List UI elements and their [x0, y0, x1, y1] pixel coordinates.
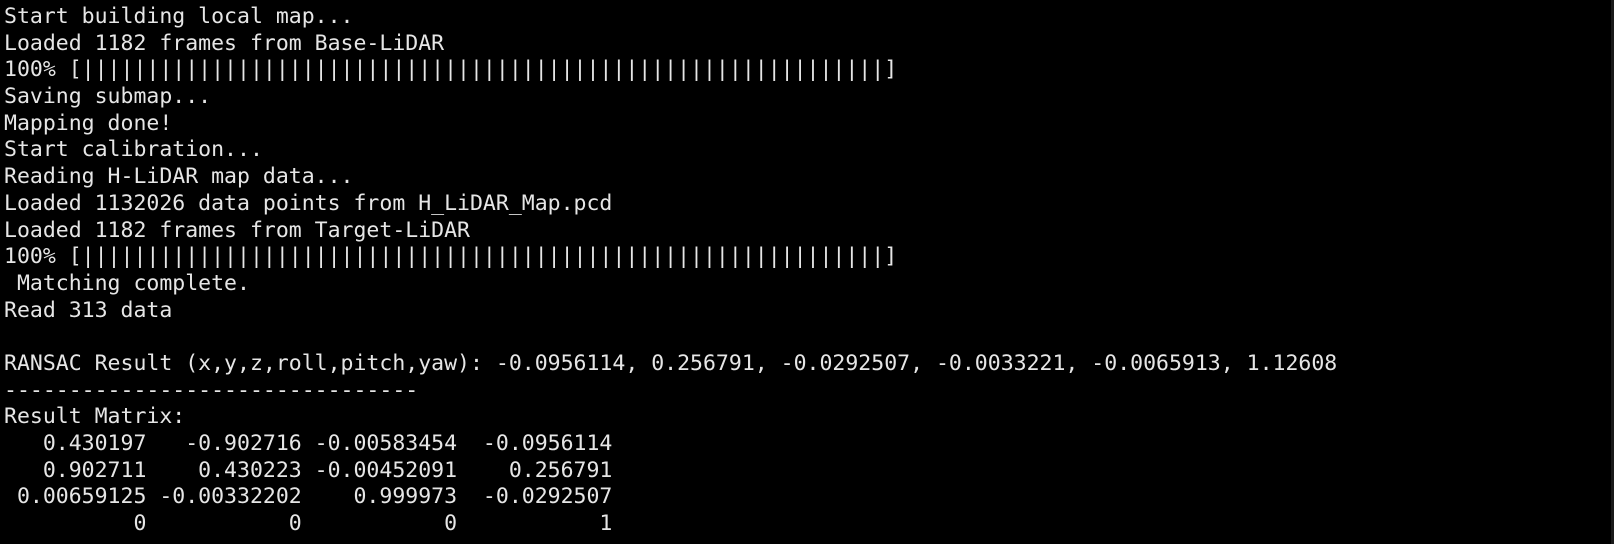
log-line: Mapping done!	[4, 110, 173, 136]
terminal-output[interactable]: Start building local map... Loaded 1182 …	[0, 0, 1614, 544]
matrix-row: 0 0 0 1	[4, 511, 613, 537]
matrix-title: Result Matrix:	[4, 404, 186, 430]
separator-line: --------------------------------	[4, 377, 419, 403]
log-line: Matching complete.	[4, 270, 250, 296]
matrix-row: 0.430197 -0.902716 -0.00583454 -0.095611…	[4, 431, 613, 456]
progress-bar-line: 100% [||||||||||||||||||||||||||||||||||…	[4, 244, 898, 270]
log-line: Start building local map...	[4, 4, 354, 29]
ransac-result-line: RANSAC Result (x,y,z,roll,pitch,yaw): -0…	[4, 350, 1338, 376]
log-line: Reading H-LiDAR map data...	[4, 164, 354, 190]
log-line: Saving submap...	[4, 84, 212, 110]
log-line: Read 313 data	[4, 297, 173, 323]
matrix-row: 0.00659125 -0.00332202 0.999973 -0.02925…	[4, 484, 613, 510]
log-line: Loaded 1132026 data points from H_LiDAR_…	[4, 190, 613, 216]
log-line: Loaded 1182 frames from Target-LiDAR	[4, 217, 470, 243]
progress-bar-line: 100% [||||||||||||||||||||||||||||||||||…	[4, 57, 898, 83]
log-line: Loaded 1182 frames from Base-LiDAR	[4, 30, 445, 56]
matrix-row: 0.902711 0.430223 -0.00452091 0.256791	[4, 457, 613, 483]
log-line: Start calibration...	[4, 137, 263, 163]
